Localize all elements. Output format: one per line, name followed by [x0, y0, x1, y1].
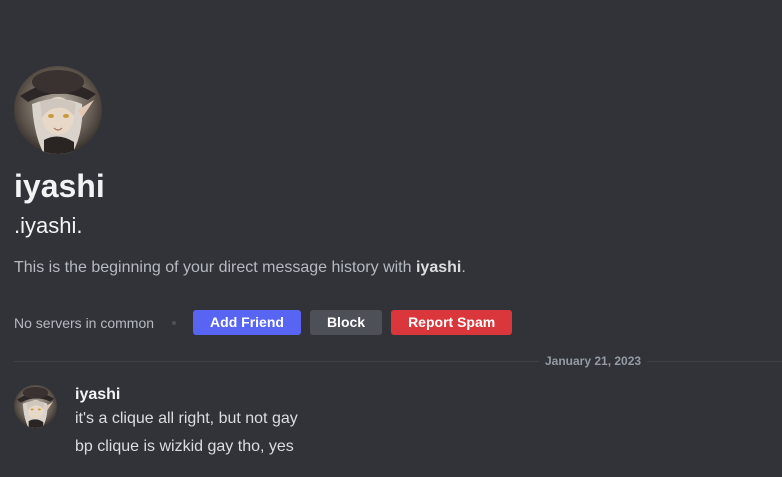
- message-avatar[interactable]: [14, 385, 57, 428]
- mutual-servers-text: No servers in common: [14, 314, 155, 331]
- dm-history-intro: This is the beginning of your direct mes…: [14, 258, 774, 278]
- date-divider: January 21, 2023: [14, 352, 782, 370]
- intro-username: iyashi: [415, 259, 462, 276]
- message-content: iyashi it's a clique all right, but not …: [75, 385, 298, 457]
- message-author[interactable]: iyashi: [75, 385, 298, 405]
- intro-text: This is the beginning of your direct mes…: [14, 259, 416, 276]
- avatar-image: [14, 385, 57, 428]
- add-friend-button[interactable]: Add Friend: [193, 310, 301, 335]
- profile-avatar[interactable]: [14, 66, 102, 154]
- profile-username: .iyashi.: [14, 213, 83, 238]
- message-text: bp clique is wizkid gay tho, yes: [75, 438, 294, 455]
- block-button[interactable]: Block: [309, 310, 383, 335]
- profile-display-name: iyashi: [14, 168, 105, 204]
- message-text: it's a clique all right, but not gay: [75, 410, 298, 427]
- divider-line: [14, 361, 782, 362]
- intro-period: .: [461, 259, 466, 276]
- profile-actions-row: No servers in common Add Friend Block Re…: [14, 310, 521, 335]
- dm-profile-header: iyashi .iyashi. This is the beginning of…: [14, 66, 774, 278]
- report-spam-button[interactable]: Report Spam: [391, 310, 513, 335]
- avatar-image: [14, 66, 102, 154]
- separator-dot: [172, 320, 177, 325]
- date-divider-label: January 21, 2023: [539, 353, 648, 369]
